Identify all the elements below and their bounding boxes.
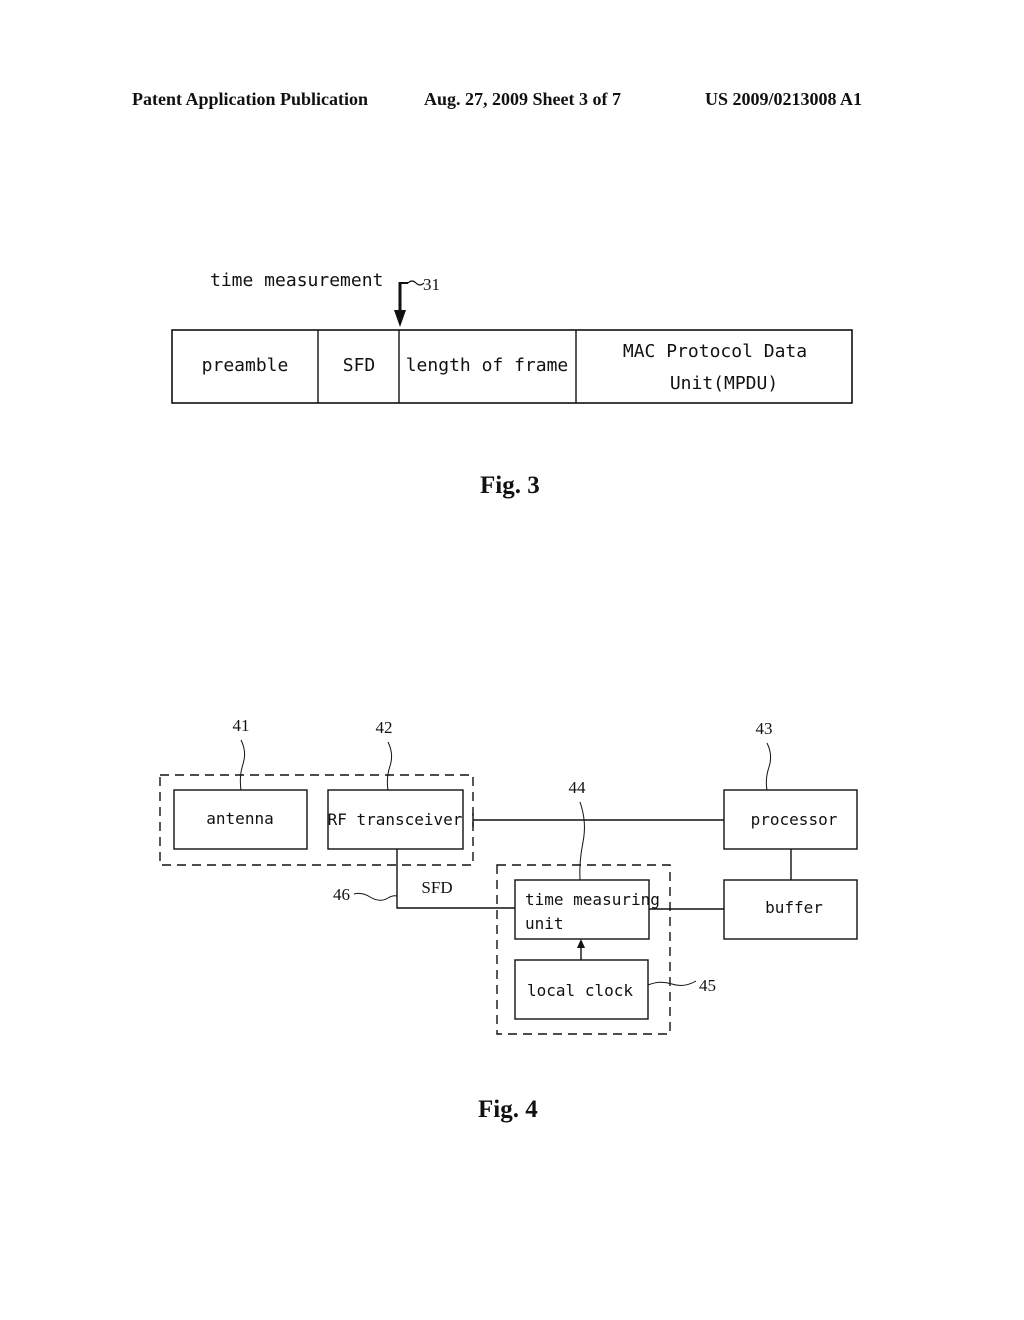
fig4-ref-42: 42 [376, 718, 393, 737]
fig3-frame-diagram: time measurement 31 preamble SFD length … [171, 270, 853, 404]
fig4-local-clock-label: local clock [527, 981, 633, 1000]
fig4-leader-45 [647, 980, 697, 986]
fig4-leader-46 [353, 892, 398, 901]
fig4-ref-41: 41 [233, 716, 250, 735]
fig4-ref-43: 43 [756, 719, 773, 738]
fig4-sfd-label: SFD [421, 878, 452, 897]
fig4-leader-41 [239, 739, 246, 791]
fig3-field-mpdu-line2: Unit(MPDU) [670, 373, 778, 394]
fig4-ref-44: 44 [569, 778, 587, 797]
fig4-tmu-label-line1: time measuring [525, 890, 660, 909]
fig4-buffer-label: buffer [765, 898, 823, 917]
fig3-caption: Fig. 3 [480, 472, 540, 499]
fig3-annotation-time-measurement: time measurement [210, 270, 383, 291]
fig4-leader-42 [386, 741, 393, 791]
fig3-field-length-of-frame: length of frame [406, 355, 569, 376]
fig4-ref-45: 45 [699, 976, 716, 995]
fig3-ref-31: 31 [423, 275, 440, 294]
fig4-clock-arrow-icon [577, 939, 585, 948]
fig4-leader-43 [765, 742, 772, 791]
fig3-field-mpdu-line1: MAC Protocol Data [623, 341, 807, 362]
fig4-tmu-label-line2: unit [525, 914, 564, 933]
fig4-caption: Fig. 4 [478, 1096, 538, 1123]
fig4-ref-46: 46 [333, 885, 350, 904]
fig3-field-sfd: SFD [343, 355, 376, 376]
fig4-rf-transceiver-label: RF transceiver [328, 810, 463, 829]
fig4-leader-44 [579, 801, 585, 881]
fig4-block-diagram: antenna RF transceiver processor buffer … [159, 716, 858, 1035]
fig3-arrow-icon [394, 280, 425, 327]
fig4-processor-label: processor [751, 810, 838, 829]
fig4-antenna-label: antenna [206, 809, 273, 828]
fig3-field-preamble: preamble [202, 355, 289, 376]
